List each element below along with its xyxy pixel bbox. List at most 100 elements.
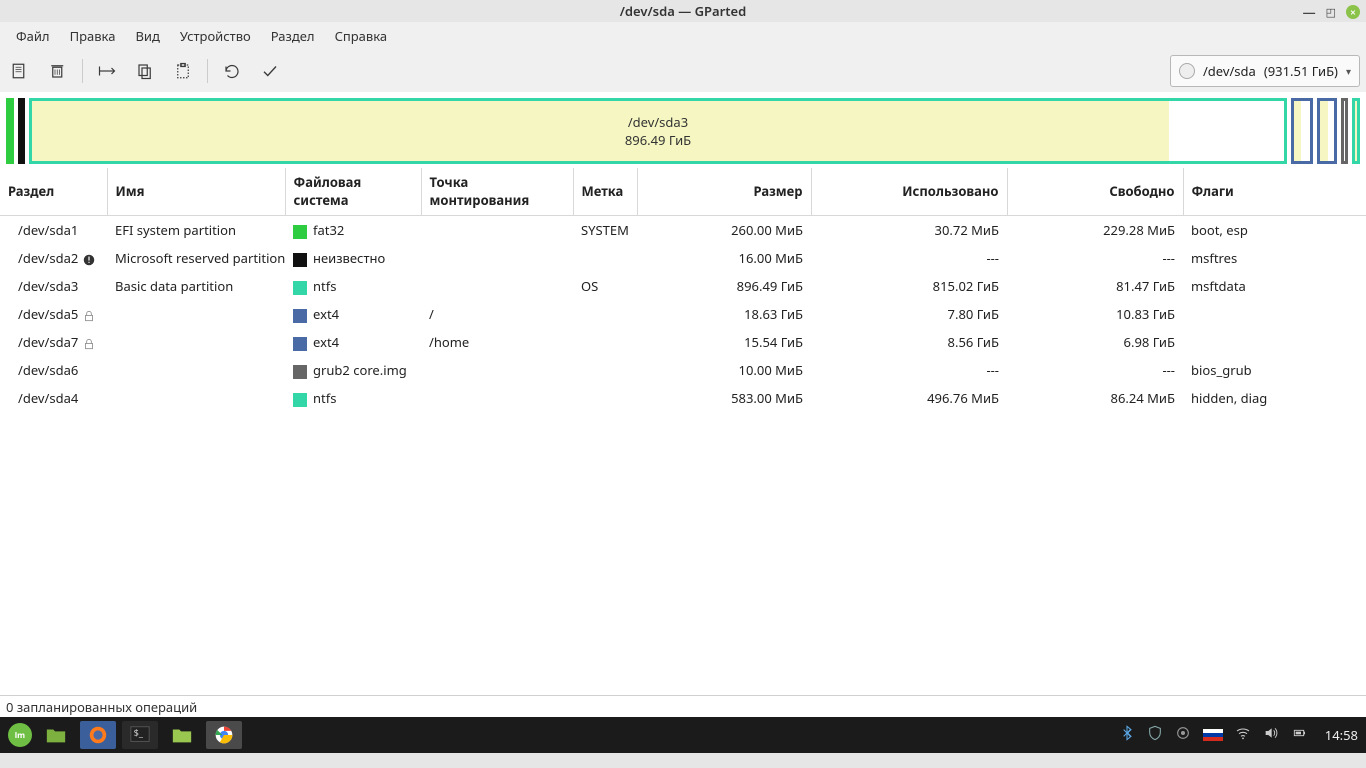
cell-used: 7.80 ГиБ bbox=[948, 305, 999, 323]
undo-icon[interactable] bbox=[222, 61, 242, 81]
cell-free: --- bbox=[1162, 361, 1175, 379]
start-menu-icon[interactable]: lm bbox=[8, 723, 32, 747]
menu-device[interactable]: Устройство bbox=[170, 23, 261, 49]
cell-size: 16.00 МиБ bbox=[739, 249, 803, 267]
cell-flags: msftres bbox=[1191, 249, 1237, 267]
tray-nvidia-icon[interactable] bbox=[1175, 725, 1191, 745]
table-row[interactable]: /dev/sda5ext4/18.63 ГиБ7.80 ГиБ10.83 ГиБ bbox=[0, 300, 1366, 328]
col-used[interactable]: Использовано bbox=[811, 168, 1007, 216]
delete-partition-icon[interactable] bbox=[48, 61, 68, 81]
menubar: Файл Правка Вид Устройство Раздел Справк… bbox=[0, 22, 1366, 50]
map-sda2[interactable] bbox=[18, 98, 25, 164]
cell-fs: ntfs bbox=[313, 389, 336, 407]
col-fs[interactable]: Файловая система bbox=[285, 168, 421, 216]
statusbar: 0 запланированных операций bbox=[0, 695, 1366, 717]
cell-size: 583.00 МиБ bbox=[731, 389, 803, 407]
menu-help[interactable]: Справка bbox=[325, 23, 398, 49]
map-sda5[interactable] bbox=[1291, 98, 1313, 164]
cell-size: 896.49 ГиБ bbox=[737, 277, 803, 295]
window-maximize-icon[interactable]: ◰ bbox=[1326, 5, 1336, 20]
cell-used: --- bbox=[986, 249, 999, 267]
resize-move-icon[interactable] bbox=[97, 61, 117, 81]
table-header[interactable]: Раздел Имя Файловая система Точка монтир… bbox=[0, 168, 1366, 216]
cell-fs: неизвестно bbox=[313, 249, 385, 267]
map-sda4[interactable] bbox=[1352, 98, 1360, 164]
col-free[interactable]: Свободно bbox=[1007, 168, 1183, 216]
map-selected-dev: /dev/sda3 bbox=[625, 113, 691, 131]
cell-fs: ext4 bbox=[313, 333, 339, 351]
fs-swatch bbox=[293, 253, 307, 267]
menu-file[interactable]: Файл bbox=[6, 23, 60, 49]
col-name[interactable]: Имя bbox=[107, 168, 285, 216]
cell-used: 8.56 ГиБ bbox=[948, 333, 999, 351]
cell-free: 81.47 ГиБ bbox=[1116, 277, 1175, 295]
window-title: /dev/sda — GParted bbox=[620, 2, 747, 20]
device-selector[interactable]: /dev/sda (931.51 ГиБ) ▾ bbox=[1170, 55, 1360, 87]
cell-dev: /dev/sda4 bbox=[18, 389, 78, 407]
app-firefox-icon[interactable] bbox=[80, 721, 116, 749]
cell-flags: boot, esp bbox=[1191, 221, 1248, 239]
tray-volume-icon[interactable] bbox=[1263, 725, 1279, 745]
app-files-icon[interactable] bbox=[38, 721, 74, 749]
menu-edit[interactable]: Правка bbox=[60, 23, 126, 49]
paste-icon[interactable] bbox=[173, 61, 193, 81]
new-partition-icon[interactable] bbox=[10, 61, 30, 81]
map-sda6[interactable] bbox=[1341, 98, 1348, 164]
cell-size: 15.54 ГиБ bbox=[744, 333, 803, 351]
window-close-icon[interactable]: × bbox=[1346, 5, 1360, 19]
fs-swatch bbox=[293, 393, 307, 407]
app-chrome-icon[interactable] bbox=[206, 721, 242, 749]
cell-used: --- bbox=[986, 361, 999, 379]
map-sda1[interactable] bbox=[6, 98, 14, 164]
apply-icon[interactable] bbox=[260, 61, 280, 81]
copy-icon[interactable] bbox=[135, 61, 155, 81]
tray-keyboard-lang-icon[interactable] bbox=[1203, 729, 1223, 742]
fs-swatch bbox=[293, 309, 307, 323]
app-terminal-icon[interactable]: $_ bbox=[122, 721, 158, 749]
partition-map: /dev/sda3 896.49 ГиБ bbox=[0, 92, 1366, 168]
cell-flags: hidden, diag bbox=[1191, 389, 1267, 407]
app-folder-icon[interactable] bbox=[164, 721, 200, 749]
tray-battery-icon[interactable] bbox=[1291, 725, 1307, 745]
toolbar: /dev/sda (931.51 ГиБ) ▾ bbox=[0, 50, 1366, 92]
map-sda7[interactable] bbox=[1317, 98, 1337, 164]
cell-mount: / bbox=[429, 305, 434, 323]
tray-wifi-icon[interactable] bbox=[1235, 725, 1251, 745]
col-label[interactable]: Метка bbox=[573, 168, 637, 216]
cell-dev: /dev/sda5 bbox=[18, 305, 78, 323]
table-row[interactable]: /dev/sda1EFI system partitionfat32SYSTEM… bbox=[0, 216, 1366, 245]
table-row[interactable]: /dev/sda2 Microsoft reserved partition неи… bbox=[0, 244, 1366, 272]
cell-dev: /dev/sda2 bbox=[18, 249, 78, 267]
cell-name: Microsoft reserved partition bbox=[115, 249, 285, 267]
disk-icon bbox=[1179, 63, 1195, 79]
tray-clock[interactable]: 14:58 bbox=[1325, 726, 1358, 744]
col-size[interactable]: Размер bbox=[637, 168, 811, 216]
cell-label: SYSTEM bbox=[581, 221, 629, 239]
map-selected-size: 896.49 ГиБ bbox=[625, 131, 691, 149]
tray-shield-icon[interactable] bbox=[1147, 725, 1163, 745]
col-partition[interactable]: Раздел bbox=[0, 168, 107, 216]
menu-view[interactable]: Вид bbox=[125, 23, 169, 49]
fs-swatch bbox=[293, 281, 307, 295]
table-row[interactable]: /dev/sda4ntfs583.00 МиБ496.76 МиБ86.24 М… bbox=[0, 384, 1366, 412]
window-minimize-icon[interactable]: — bbox=[1303, 3, 1316, 21]
cell-fs: fat32 bbox=[313, 221, 344, 239]
cell-flags: msftdata bbox=[1191, 277, 1246, 295]
menu-partition[interactable]: Раздел bbox=[261, 23, 325, 49]
table-row[interactable]: /dev/sda6grub2 core.img10.00 МиБ------bi… bbox=[0, 356, 1366, 384]
cell-used: 496.76 МиБ bbox=[927, 389, 999, 407]
cell-fs: grub2 core.img bbox=[313, 361, 407, 379]
cell-size: 18.63 ГиБ bbox=[744, 305, 803, 323]
cell-free: 6.98 ГиБ bbox=[1124, 333, 1175, 351]
cell-used: 815.02 ГиБ bbox=[933, 277, 999, 295]
fs-swatch bbox=[293, 225, 307, 239]
status-text: 0 запланированных операций bbox=[6, 698, 197, 716]
table-row[interactable]: /dev/sda7ext4/home15.54 ГиБ8.56 ГиБ6.98 … bbox=[0, 328, 1366, 356]
col-flags[interactable]: Флаги bbox=[1183, 168, 1366, 216]
cell-size: 260.00 МиБ bbox=[731, 221, 803, 239]
tray-bluetooth-icon[interactable] bbox=[1119, 725, 1135, 745]
col-mount[interactable]: Точка монтирования bbox=[421, 168, 573, 216]
table-row[interactable]: /dev/sda3Basic data partitionntfsOS896.4… bbox=[0, 272, 1366, 300]
cell-dev: /dev/sda7 bbox=[18, 333, 78, 351]
map-sda3[interactable]: /dev/sda3 896.49 ГиБ bbox=[29, 98, 1287, 164]
